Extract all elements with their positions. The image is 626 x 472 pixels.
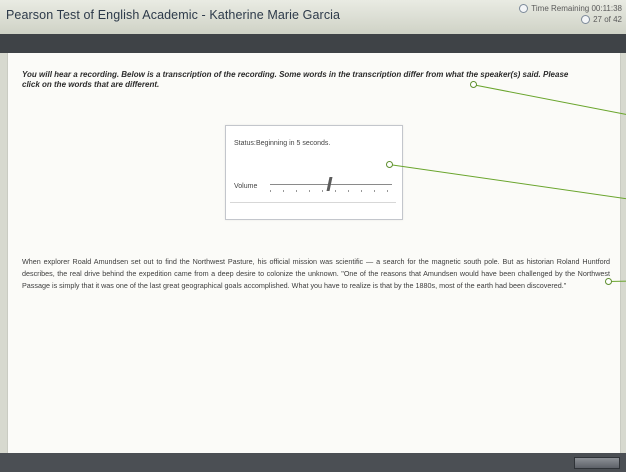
status-value: Beginning in 5 seconds. bbox=[256, 140, 331, 147]
player-divider bbox=[230, 202, 396, 203]
app-window: Pearson Test of English Academic - Kathe… bbox=[0, 0, 626, 472]
toolbar bbox=[0, 34, 626, 53]
time-remaining-text: Time Remaining 00:11:38 bbox=[531, 4, 622, 13]
title-bar: Pearson Test of English Academic - Kathe… bbox=[0, 0, 626, 35]
transcript-passage[interactable]: When explorer Roald Amundsen set out to … bbox=[22, 256, 610, 293]
status-label: Status: bbox=[234, 140, 256, 147]
pointer-dot-1 bbox=[470, 81, 477, 88]
pointer-dot-2 bbox=[386, 161, 393, 168]
question-counter-row: 27 of 42 bbox=[519, 14, 622, 25]
instruction-text: You will hear a recording. Below is a tr… bbox=[22, 70, 569, 89]
next-button[interactable] bbox=[574, 457, 620, 469]
volume-label: Volume bbox=[234, 183, 258, 190]
content-area bbox=[7, 53, 621, 453]
audio-player: Status: Beginning in 5 seconds. Volume bbox=[225, 125, 403, 220]
passage-text[interactable]: When explorer Roald Amundsen set out to … bbox=[22, 257, 610, 290]
volume-slider-track[interactable] bbox=[270, 184, 392, 185]
pointer-dot-3 bbox=[605, 278, 612, 285]
question-counter: 27 of 42 bbox=[593, 15, 622, 24]
app-title: Pearson Test of English Academic - Kathe… bbox=[6, 8, 341, 22]
question-icon bbox=[581, 15, 591, 24]
clock-icon bbox=[519, 4, 529, 13]
timer-panel: Time Remaining 00:11:38 27 of 42 bbox=[519, 3, 622, 25]
volume-ticks bbox=[270, 190, 392, 192]
time-remaining-row: Time Remaining 00:11:38 bbox=[519, 3, 622, 14]
bottom-bar bbox=[0, 453, 626, 472]
